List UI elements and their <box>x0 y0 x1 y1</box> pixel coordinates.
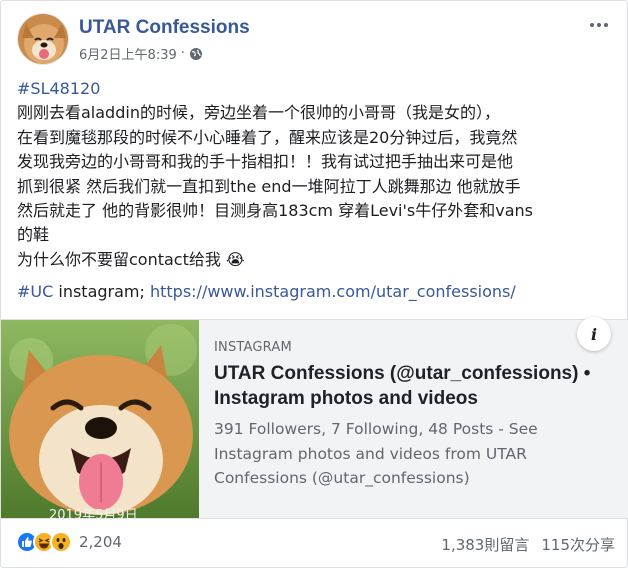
post-message: #SL48120 刚刚去看aladdin的时候，旁边坐着一个很帅的小哥哥（我是女… <box>17 77 617 305</box>
message-line: 然后就走了 他的背影很帅！目测身高183cm 穿着Levi's牛仔外套和vans <box>17 201 533 221</box>
preview-domain: INSTAGRAM <box>214 340 292 355</box>
message-line: 在看到魔毯那段的时候不小心睡着了，醒来应该是20分钟过后，我竟然 <box>17 127 518 147</box>
more-options-icon[interactable] <box>585 13 613 37</box>
globe-icon[interactable] <box>189 47 203 61</box>
page-avatar[interactable] <box>17 13 69 65</box>
post-meta: 6月2日上午8:39 · <box>79 44 203 63</box>
info-icon[interactable]: i <box>577 317 611 351</box>
preview-image[interactable] <box>1 320 199 518</box>
post-timestamp[interactable]: 6月2日上午8:39 <box>79 44 177 63</box>
message-line: 刚刚去看aladdin的时候，旁边坐着一个很帅的小哥哥（我是女的）， <box>17 103 500 123</box>
preview-title[interactable]: UTAR Confessions (@utar_confessions) • I… <box>214 361 614 411</box>
reaction-count: 2,204 <box>79 533 122 551</box>
comments-count-link[interactable]: 1,383則留言 <box>441 534 529 555</box>
page-name-link[interactable]: UTAR Confessions <box>79 17 250 39</box>
preview-body: INSTAGRAM UTAR Confessions (@utar_confes… <box>214 340 614 491</box>
crying-emoji-icon: 😭 <box>225 249 245 269</box>
post-card: UTAR Confessions 6月2日上午8:39 · #SL48120 刚… <box>0 0 628 568</box>
hashtag-link[interactable]: #UC <box>17 282 53 301</box>
hashtag-link[interactable]: #SL48120 <box>17 79 100 98</box>
message-line: 的鞋 <box>17 225 50 245</box>
reactions-summary[interactable]: 2,204 <box>16 531 122 553</box>
link-preview-card[interactable]: 2019年5月9日 INSTAGRAM UTAR Confessions (@u… <box>1 319 628 523</box>
preview-image-caption: 2019年5月9日 <box>49 508 138 523</box>
wow-icon <box>50 531 72 553</box>
preview-description: 391 Followers, 7 Following, 48 Posts - S… <box>214 420 538 487</box>
instagram-url-link[interactable]: https://www.instagram.com/utar_confessio… <box>150 282 516 301</box>
meta-separator: · <box>180 46 185 61</box>
engagement-stats: 1,383則留言 115次分享 <box>441 534 615 555</box>
post-footer: 2,204 1,383則留言 115次分享 <box>1 527 628 561</box>
message-line: 为什么你不要留contact给我 <box>17 249 221 269</box>
footer-text: instagram; <box>53 282 150 302</box>
shares-count-link[interactable]: 115次分享 <box>541 534 615 555</box>
message-line: 抓到很紧 然后我们就一直扣到the end一堆阿拉丁人跳舞那边 他就放手 <box>17 176 521 196</box>
message-line: 发现我旁边的小哥哥和我的手十指相扣！！我有试过把手抽出来可是他 <box>17 152 514 172</box>
